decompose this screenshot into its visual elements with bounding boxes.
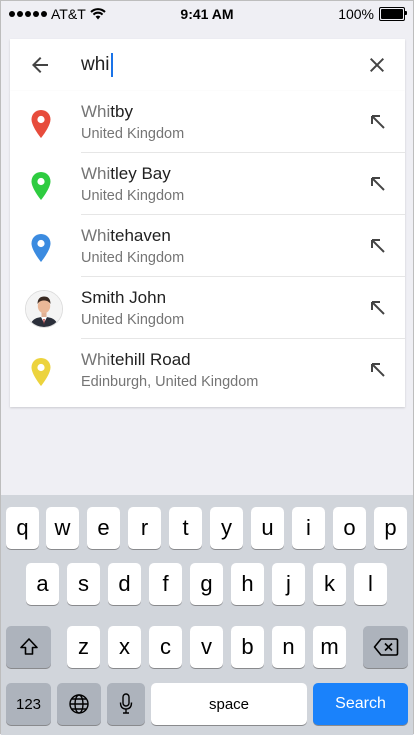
key-w[interactable]: w bbox=[46, 507, 79, 549]
result-subtitle: United Kingdom bbox=[81, 188, 185, 204]
key-n[interactable]: n bbox=[272, 626, 305, 668]
delete-key[interactable] bbox=[363, 626, 408, 668]
key-r[interactable]: r bbox=[128, 507, 161, 549]
battery-percent: 100% bbox=[338, 6, 374, 22]
list-item[interactable]: Whitehaven United Kingdom bbox=[10, 215, 405, 277]
search-key[interactable]: Search bbox=[313, 683, 408, 725]
key-m[interactable]: m bbox=[313, 626, 346, 668]
key-o[interactable]: o bbox=[333, 507, 366, 549]
space-key[interactable]: space bbox=[151, 683, 307, 725]
key-d[interactable]: d bbox=[108, 563, 141, 605]
search-bar: whi bbox=[10, 39, 405, 91]
delete-icon bbox=[373, 638, 398, 656]
list-item[interactable]: Whitehill Road Edinburgh, United Kingdom bbox=[10, 339, 405, 401]
key-l[interactable]: l bbox=[354, 563, 387, 605]
key-t[interactable]: t bbox=[169, 507, 202, 549]
list-item[interactable]: Whitley Bay United Kingdom bbox=[10, 153, 405, 215]
map-pin-icon bbox=[31, 172, 51, 200]
result-subtitle: Edinburgh, United Kingdom bbox=[81, 374, 259, 390]
fill-query-arrow-icon[interactable] bbox=[369, 299, 387, 317]
key-s[interactable]: s bbox=[67, 563, 100, 605]
key-q[interactable]: q bbox=[6, 507, 39, 549]
status-bar: AT&T 9:41 AM 100% bbox=[1, 1, 413, 29]
key-x[interactable]: x bbox=[108, 626, 141, 668]
search-query: whi bbox=[81, 54, 110, 75]
microphone-key[interactable] bbox=[107, 683, 145, 725]
key-v[interactable]: v bbox=[190, 626, 223, 668]
key-g[interactable]: g bbox=[190, 563, 223, 605]
key-p[interactable]: p bbox=[374, 507, 407, 549]
key-e[interactable]: e bbox=[87, 507, 120, 549]
map-pin-icon bbox=[31, 110, 51, 138]
results-list: Whitby United Kingdom Whitley Bay United… bbox=[10, 91, 405, 407]
map-pin-icon bbox=[31, 358, 51, 386]
list-item[interactable]: Smith John United Kingdom bbox=[10, 277, 405, 339]
search-input[interactable]: whi bbox=[81, 52, 113, 78]
close-icon[interactable] bbox=[365, 53, 389, 77]
globe-icon bbox=[69, 694, 89, 714]
fill-query-arrow-icon[interactable] bbox=[369, 361, 387, 379]
fill-query-arrow-icon[interactable] bbox=[369, 237, 387, 255]
shift-icon bbox=[19, 638, 38, 655]
result-title: Smith John bbox=[81, 288, 167, 307]
list-item[interactable]: Whitby United Kingdom bbox=[10, 91, 405, 153]
result-subtitle: United Kingdom bbox=[81, 312, 185, 328]
avatar bbox=[25, 290, 63, 328]
back-arrow-icon[interactable] bbox=[28, 53, 52, 77]
key-u[interactable]: u bbox=[251, 507, 284, 549]
key-f[interactable]: f bbox=[149, 563, 182, 605]
key-k[interactable]: k bbox=[313, 563, 346, 605]
shift-key[interactable] bbox=[6, 626, 51, 668]
numbers-key[interactable]: 123 bbox=[6, 683, 51, 725]
map-pin-icon bbox=[31, 234, 51, 262]
key-b[interactable]: b bbox=[231, 626, 264, 668]
result-subtitle: United Kingdom bbox=[81, 126, 185, 142]
text-cursor bbox=[110, 53, 113, 77]
battery-icon bbox=[379, 7, 407, 21]
key-a[interactable]: a bbox=[26, 563, 59, 605]
microphone-icon bbox=[119, 693, 133, 714]
key-j[interactable]: j bbox=[272, 563, 305, 605]
keyboard: q w e r t y u i o p a s d f g h j k l z … bbox=[1, 495, 413, 735]
key-z[interactable]: z bbox=[67, 626, 100, 668]
result-subtitle: United Kingdom bbox=[81, 250, 185, 266]
result-title: Whitley Bay bbox=[81, 164, 171, 183]
result-title: Whitby bbox=[81, 102, 133, 121]
fill-query-arrow-icon[interactable] bbox=[369, 175, 387, 193]
key-i[interactable]: i bbox=[292, 507, 325, 549]
result-title: Whitehaven bbox=[81, 226, 171, 245]
fill-query-arrow-icon[interactable] bbox=[369, 113, 387, 131]
globe-key[interactable] bbox=[57, 683, 101, 725]
battery-area: 100% bbox=[338, 6, 407, 22]
key-h[interactable]: h bbox=[231, 563, 264, 605]
key-c[interactable]: c bbox=[149, 626, 182, 668]
key-y[interactable]: y bbox=[210, 507, 243, 549]
result-title: Whitehill Road bbox=[81, 350, 191, 369]
